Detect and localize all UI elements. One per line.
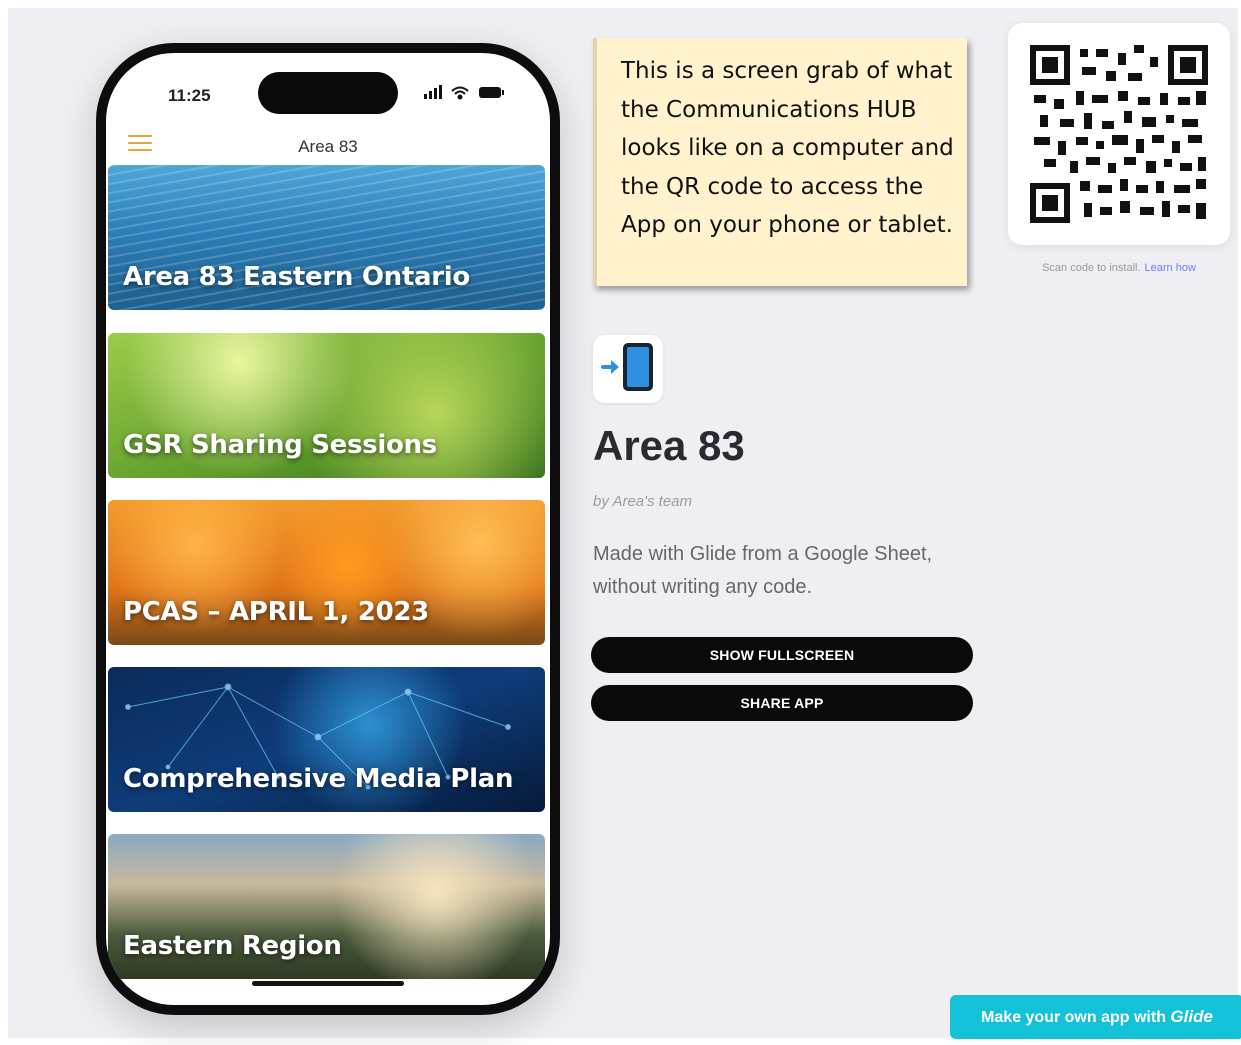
app-header-title: Area 83 xyxy=(298,137,358,156)
card-pcas[interactable]: PCAS – APRIL 1, 2023 xyxy=(108,500,545,645)
battery-icon xyxy=(479,87,504,98)
signal-icon xyxy=(424,85,442,99)
phone-screen: 11:25 Area 83 Area 83 Eastern Ontario GS… xyxy=(106,53,550,1005)
annotation-note: This is a screen grab of what the Commun… xyxy=(593,38,967,286)
dynamic-island xyxy=(258,72,398,114)
glide-brand: Glide xyxy=(1170,1007,1213,1026)
cta-text: Make your own app with xyxy=(981,1009,1166,1026)
card-label: GSR Sharing Sessions xyxy=(123,430,437,460)
make-your-own-app-button[interactable]: Make your own app with Glide xyxy=(950,995,1241,1039)
phone-mockup: 11:25 Area 83 Area 83 Eastern Ontario GS… xyxy=(96,43,560,1015)
card-label: PCAS – APRIL 1, 2023 xyxy=(123,597,429,627)
qr-caption: Scan code to install. Learn how xyxy=(1008,262,1230,274)
qr-code-icon xyxy=(1030,45,1208,223)
card-area-83-eastern-ontario[interactable]: Area 83 Eastern Ontario xyxy=(108,165,545,310)
card-gsr-sharing-sessions[interactable]: GSR Sharing Sessions xyxy=(108,333,545,478)
app-icon xyxy=(593,335,663,403)
page-background: 11:25 Area 83 Area 83 Eastern Ontario GS… xyxy=(8,8,1241,1039)
qr-caption-text: Scan code to install. xyxy=(1042,262,1141,274)
status-time: 11:25 xyxy=(168,86,211,105)
app-title: Area 83 xyxy=(593,422,745,469)
phone-install-icon xyxy=(601,343,653,391)
show-fullscreen-button[interactable]: SHOW FULLSCREEN xyxy=(591,637,973,673)
card-label: Eastern Region xyxy=(123,931,342,961)
card-comprehensive-media-plan[interactable]: Comprehensive Media Plan xyxy=(108,667,545,812)
wifi-icon xyxy=(451,86,469,100)
status-icons xyxy=(424,85,504,100)
home-indicator xyxy=(252,981,404,986)
app-author: by Area's team xyxy=(593,493,693,510)
note-text: This is a screen grab of what the Commun… xyxy=(621,58,954,238)
card-eastern-region[interactable]: Eastern Region xyxy=(108,834,545,979)
app-description: Made with Glide from a Google Sheet, wit… xyxy=(593,543,933,598)
card-label: Area 83 Eastern Ontario xyxy=(123,262,470,292)
learn-how-link[interactable]: Learn how xyxy=(1145,262,1196,274)
share-app-button[interactable]: SHARE APP xyxy=(591,685,973,721)
qr-code-card xyxy=(1008,23,1230,245)
card-label: Comprehensive Media Plan xyxy=(123,764,514,794)
